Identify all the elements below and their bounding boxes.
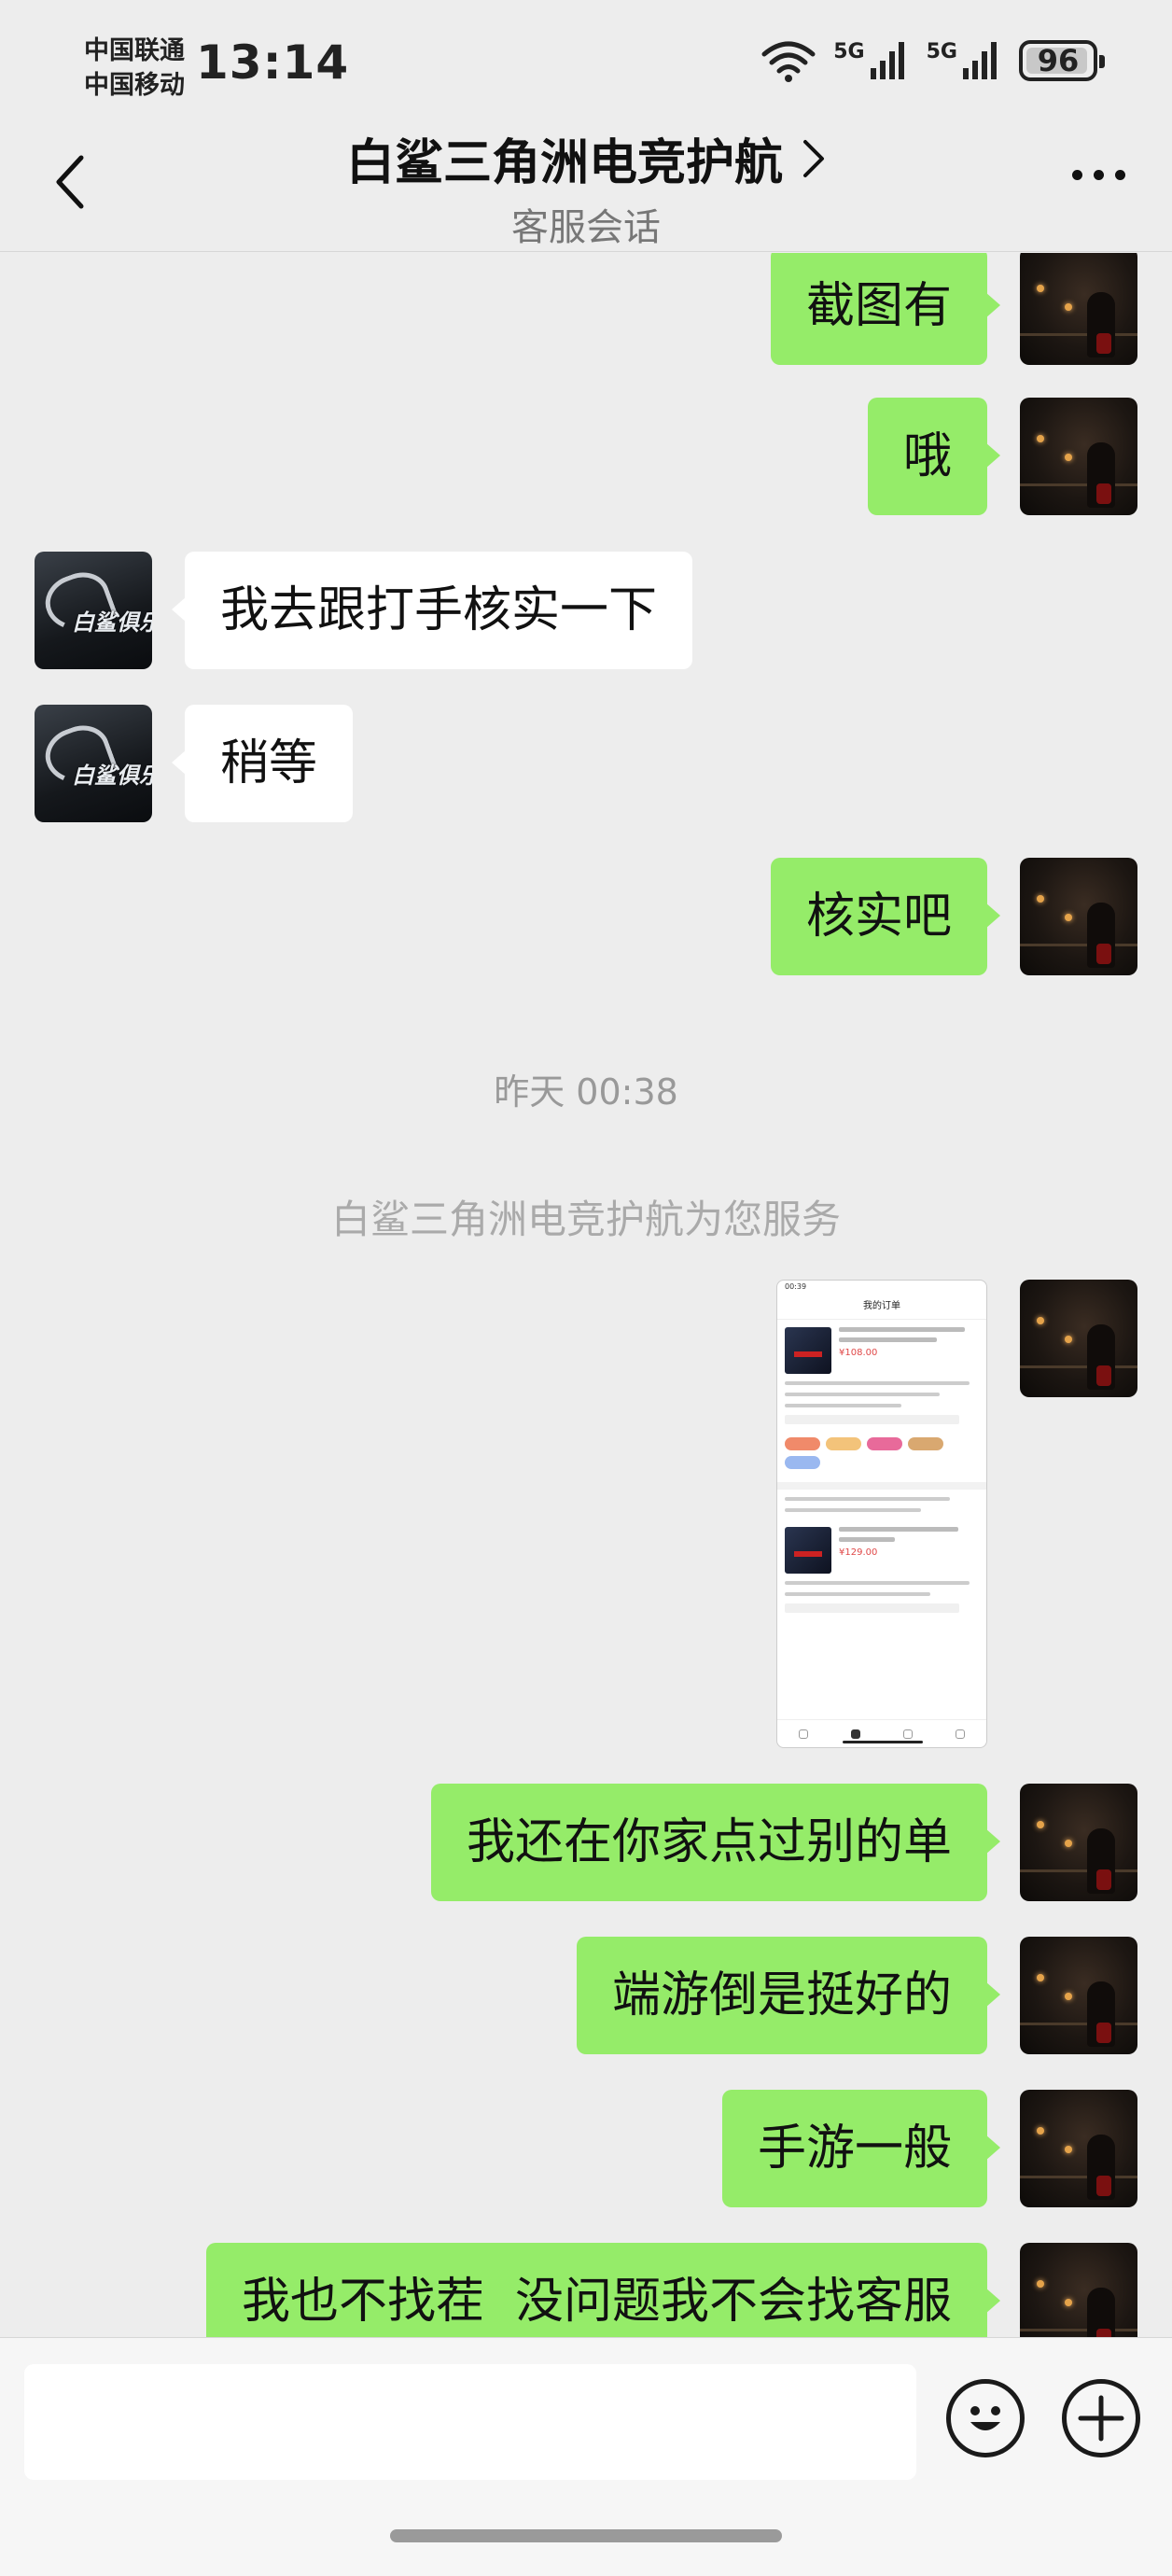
my-avatar[interactable] bbox=[1020, 2243, 1137, 2337]
my-avatar[interactable] bbox=[1020, 253, 1137, 365]
service-avatar[interactable]: 白鲨俱乐部 bbox=[35, 552, 152, 669]
chat-header: 白鲨三角洲电竞护航 客服会话 bbox=[0, 121, 1172, 252]
signal-bars-icon bbox=[963, 42, 997, 79]
system-notice: 白鲨三角洲电竞护航为您服务 bbox=[330, 1197, 841, 1242]
image-message[interactable]: 00:39 我的订单 ¥108.00 ¥129.00 bbox=[776, 1280, 987, 1748]
battery-level: 96 bbox=[1037, 43, 1080, 78]
clock: 13:14 bbox=[196, 35, 350, 90]
chat-title-button[interactable]: 白鲨三角洲电竞护航 bbox=[346, 123, 826, 193]
signal-1: 5G bbox=[833, 40, 909, 81]
carrier-2: 中国移动 bbox=[84, 71, 185, 100]
thumbnail-status-time: 00:39 bbox=[785, 1282, 807, 1291]
thumbnail-price-1: ¥108.00 bbox=[839, 1348, 878, 1358]
thumbnail-price-2: ¥129.00 bbox=[839, 1547, 878, 1558]
message-bubble-sent[interactable]: 我也不找茬 没问题我不会找客服 bbox=[205, 2243, 1001, 2337]
avatar-logo-text: 白鲨俱乐部 bbox=[72, 763, 152, 789]
smiley-icon bbox=[970, 2406, 1000, 2430]
thumbnail-title: 我的订单 bbox=[777, 1294, 986, 1320]
message-list[interactable]: 截图有 哦 白鲨俱乐部 我去跟打手核实一下 白鲨俱乐部 稍等 核实吧 bbox=[0, 253, 1172, 2337]
my-avatar[interactable] bbox=[1020, 2090, 1137, 2207]
chevron-right-icon bbox=[803, 139, 824, 177]
message-bubble-sent[interactable]: 核实吧 bbox=[770, 858, 1001, 975]
my-avatar[interactable] bbox=[1020, 1784, 1137, 1901]
plus-icon bbox=[1078, 2395, 1124, 2442]
chat-subtitle: 客服会话 bbox=[511, 206, 661, 249]
signal-2: 5G bbox=[927, 40, 1002, 81]
carrier-1: 中国联通 bbox=[84, 36, 185, 65]
thumbnail-order-card: ¥108.00 bbox=[777, 1320, 986, 1381]
message-timestamp: 昨天 00:38 bbox=[494, 1071, 678, 1113]
avatar-logo-text: 白鲨俱乐部 bbox=[72, 609, 152, 636]
message-bubble-sent[interactable]: 我还在你家点过别的单 bbox=[430, 1784, 1001, 1901]
thumbnail-order-card: ¥129.00 bbox=[777, 1519, 986, 1581]
message-bubble-sent[interactable]: 手游一般 bbox=[721, 2090, 1001, 2207]
message-bubble-received[interactable]: 我去跟打手核实一下 bbox=[171, 552, 693, 669]
message-bubble-received[interactable]: 稍等 bbox=[171, 705, 354, 822]
dot-icon bbox=[1094, 170, 1104, 180]
my-avatar[interactable] bbox=[1020, 858, 1137, 975]
wifi-icon bbox=[761, 41, 816, 82]
carrier-info: 中国联通 中国移动 bbox=[84, 34, 185, 103]
my-avatar[interactable] bbox=[1020, 1937, 1137, 2054]
status-bar: 中国联通 中国移动 13:14 5G 5G 96 bbox=[0, 0, 1172, 121]
emoji-button[interactable] bbox=[946, 2379, 1025, 2457]
status-icons: 5G 5G 96 bbox=[760, 37, 1105, 84]
dot-icon bbox=[1115, 170, 1125, 180]
network-label-1: 5G bbox=[833, 40, 865, 63]
more-options-button[interactable] bbox=[1072, 170, 1125, 180]
message-bubble-sent[interactable]: 端游倒是挺好的 bbox=[576, 1937, 1001, 2054]
chat-title: 白鲨三角洲电竞护航 bbox=[345, 135, 783, 191]
home-indicator[interactable] bbox=[390, 2529, 782, 2542]
dot-icon bbox=[1072, 170, 1082, 180]
message-bubble-sent[interactable]: 哦 bbox=[867, 398, 1001, 515]
my-avatar[interactable] bbox=[1020, 398, 1137, 515]
signal-bars-icon bbox=[870, 42, 904, 79]
my-avatar[interactable] bbox=[1020, 1280, 1137, 1397]
battery-icon: 96 bbox=[1019, 40, 1105, 81]
network-label-2: 5G bbox=[926, 40, 957, 63]
message-input[interactable] bbox=[24, 2364, 916, 2480]
message-bubble-sent[interactable]: 截图有 bbox=[770, 253, 1001, 365]
service-avatar[interactable]: 白鲨俱乐部 bbox=[35, 705, 152, 822]
add-more-button[interactable] bbox=[1062, 2379, 1140, 2457]
